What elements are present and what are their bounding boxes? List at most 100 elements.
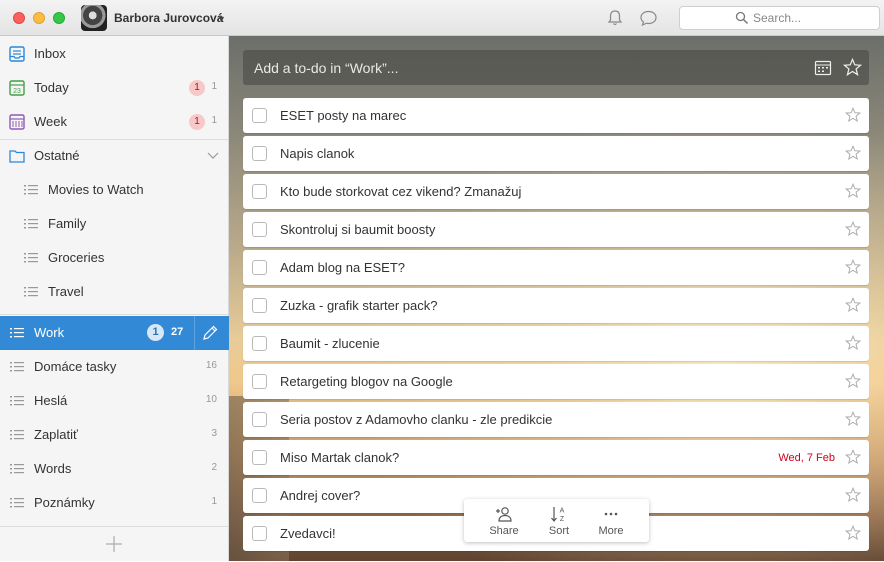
comments-icon[interactable] [639, 9, 658, 27]
task-checkbox[interactable] [252, 184, 267, 199]
minimize-window-button[interactable] [33, 12, 45, 24]
sidebar-item-inbox[interactable]: Inbox [0, 37, 229, 71]
task-row[interactable]: Zuzka - grafik starter pack? [243, 288, 869, 323]
task-row[interactable]: Skontroluj si baumit boosty [243, 212, 869, 247]
sidebar-item-groceries[interactable]: Groceries [0, 241, 229, 275]
star-icon[interactable] [845, 107, 861, 123]
list-icon [24, 253, 38, 263]
task-row[interactable]: Baumit - zlucenie [243, 326, 869, 361]
overdue-badge: 1 [147, 324, 164, 341]
task-title: Skontroluj si baumit boosty [280, 222, 436, 237]
task-checkbox[interactable] [252, 412, 267, 427]
share-button[interactable]: Share [479, 503, 529, 539]
task-checkbox[interactable] [252, 374, 267, 389]
sidebar-item-zaplatit[interactable]: Zaplatiť 3 [0, 418, 229, 452]
task-row[interactable]: Seria postov z Adamovho clanku - zle pre… [243, 402, 869, 437]
divider [0, 314, 229, 315]
task-checkbox[interactable] [252, 298, 267, 313]
sidebar-item-label: Work [34, 325, 65, 340]
sidebar-item-movies-to-watch[interactable]: Movies to Watch [0, 173, 229, 207]
zoom-window-button[interactable] [53, 12, 65, 24]
close-window-button[interactable] [13, 12, 25, 24]
sidebar-item-label: Words [34, 461, 72, 476]
sort-icon: AZ [551, 507, 565, 523]
task-checkbox[interactable] [252, 336, 267, 351]
star-icon[interactable] [845, 297, 861, 313]
sidebar-item-hesla[interactable]: Heslá 10 [0, 384, 229, 418]
star-icon[interactable] [845, 221, 861, 237]
chevron-down-icon[interactable] [207, 149, 219, 161]
sidebar-item-label: Week [34, 114, 67, 129]
task-row[interactable]: ESET posty na marec [243, 98, 869, 133]
star-icon[interactable] [845, 411, 861, 427]
plus-icon[interactable] [105, 535, 123, 553]
add-todo-input[interactable]: Add a to-do in “Work”... [243, 50, 869, 85]
task-row[interactable]: Napis clanok [243, 136, 869, 171]
task-row[interactable]: Kto bude storkovat cez vikend? Zmanažuj [243, 174, 869, 209]
task-count: 10 [205, 394, 217, 405]
star-icon[interactable] [845, 335, 861, 351]
avatar[interactable] [81, 5, 107, 31]
calendar-icon[interactable] [814, 59, 832, 77]
star-icon[interactable] [843, 58, 862, 77]
sidebar-item-label: Family [48, 216, 87, 231]
folder-label: Ostatné [34, 148, 80, 163]
sidebar-item-domace-tasky[interactable]: Domáce tasky 16 [0, 350, 229, 384]
task-checkbox[interactable] [252, 526, 267, 541]
overdue-badge: 1 [189, 80, 205, 96]
divider [194, 316, 195, 350]
task-checkbox[interactable] [252, 222, 267, 237]
task-count: 1 [211, 496, 217, 507]
sidebar-item-label: Zaplatiť [34, 427, 78, 442]
sidebar-item-today[interactable]: 23 Today 1 1 [0, 71, 229, 105]
star-icon[interactable] [845, 183, 861, 199]
star-icon[interactable] [845, 259, 861, 275]
search-input[interactable]: Search... [679, 6, 880, 30]
task-checkbox[interactable] [252, 146, 267, 161]
sidebar-item-work[interactable]: Work 1 27 [0, 316, 229, 350]
bell-icon[interactable] [606, 9, 624, 27]
list-icon [10, 396, 24, 406]
list-icon [10, 362, 24, 372]
sidebar-item-poznamky[interactable]: Poznámky 1 [0, 486, 229, 520]
task-count: 1 [211, 81, 217, 92]
chevron-down-icon[interactable]: ▼ [217, 14, 226, 24]
overdue-badge: 1 [189, 114, 205, 130]
list-icon [10, 498, 24, 508]
task-title: Andrej cover? [280, 488, 361, 503]
task-checkbox[interactable] [252, 488, 267, 503]
more-button[interactable]: More [586, 503, 636, 539]
task-row[interactable]: Adam blog na ESET? [243, 250, 869, 285]
star-icon[interactable] [845, 145, 861, 161]
sidebar-item-family[interactable]: Family [0, 207, 229, 241]
task-row[interactable]: Retargeting blogov na Google [243, 364, 869, 399]
sidebar-item-week[interactable]: Week 1 1 [0, 105, 229, 139]
task-checkbox[interactable] [252, 108, 267, 123]
task-count: 3 [211, 428, 217, 439]
star-icon[interactable] [845, 525, 861, 541]
share-label: Share [489, 525, 519, 537]
pencil-icon[interactable] [201, 324, 219, 342]
task-title: ESET posty na marec [280, 108, 407, 123]
task-checkbox[interactable] [252, 260, 267, 275]
sidebar-item-label: Movies to Watch [48, 182, 144, 197]
star-icon[interactable] [845, 373, 861, 389]
due-date: Wed, 7 Feb [778, 452, 835, 464]
star-icon[interactable] [845, 487, 861, 503]
create-list-bar [0, 526, 229, 562]
star-icon[interactable] [845, 449, 861, 465]
task-checkbox[interactable] [252, 450, 267, 465]
sort-label: Sort [548, 525, 570, 537]
list-icon [24, 185, 38, 195]
task-row[interactable]: Miso Martak clanok? Wed, 7 Feb [243, 440, 869, 475]
search-icon [735, 11, 749, 25]
calendar-week-icon [9, 114, 25, 130]
sidebar-item-label: Heslá [34, 393, 68, 408]
user-name[interactable]: Barbora Jurovcová [114, 11, 223, 25]
list-toolbar: Share AZ Sort More [464, 499, 649, 542]
sidebar-item-words[interactable]: Words 2 [0, 452, 229, 486]
list-icon [10, 328, 24, 338]
sidebar-item-travel[interactable]: Travel [0, 275, 229, 309]
sort-button[interactable]: AZ Sort [534, 503, 584, 539]
sidebar-folder-ostatne[interactable]: Ostatné [0, 139, 229, 173]
